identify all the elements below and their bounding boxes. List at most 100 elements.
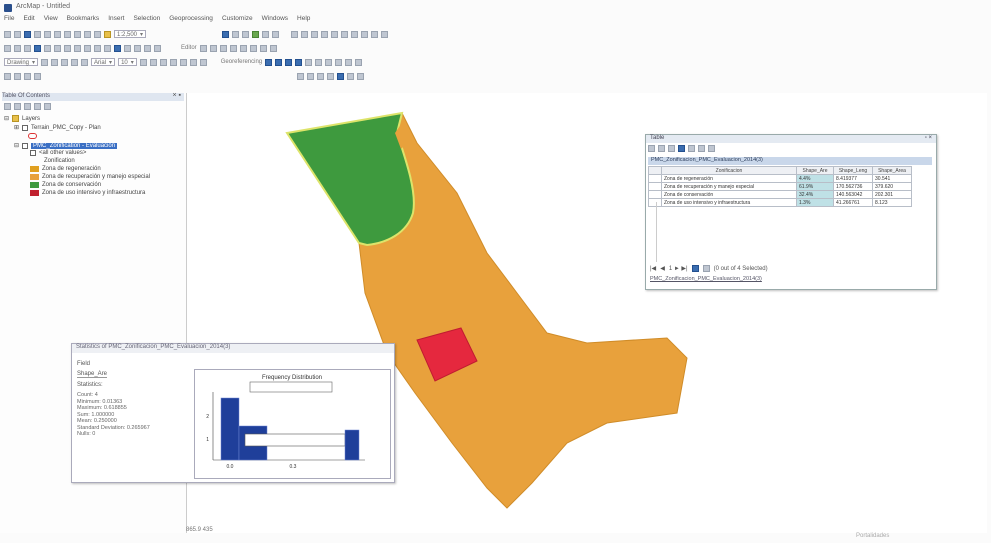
menu-selection[interactable]: Selection	[133, 15, 160, 25]
toc-layer[interactable]: ⊞ Terrain_PMC_Copy - Plan	[14, 124, 101, 131]
menu-edit[interactable]: Edit	[23, 15, 34, 25]
column-header[interactable]: Shape_Area	[872, 166, 912, 175]
edit-tool-icon[interactable]	[209, 44, 217, 52]
row-selector[interactable]	[648, 182, 662, 191]
tool-icon[interactable]	[355, 58, 363, 66]
menu-view[interactable]: View	[44, 15, 58, 25]
clear-selection-icon[interactable]	[688, 145, 695, 152]
table-options-icon[interactable]	[648, 145, 655, 152]
zoom-out-icon[interactable]	[14, 44, 21, 52]
legend-item[interactable]: Zona de recuperación y manejo especial	[30, 174, 150, 180]
marker-color-icon[interactable]	[199, 58, 207, 66]
georeferencing-label[interactable]: Georeferencing	[221, 59, 262, 65]
tool-icon[interactable]	[317, 72, 324, 80]
tool-icon[interactable]	[381, 30, 389, 38]
column-header[interactable]: Shape_Leng	[833, 166, 873, 175]
redo-icon[interactable]	[94, 30, 101, 38]
georef-tool-icon[interactable]	[285, 58, 293, 66]
table-cell[interactable]: Zona de conservación	[661, 190, 797, 199]
map-scale-select[interactable]: 1:2,500	[114, 30, 147, 38]
italic-icon[interactable]	[149, 58, 157, 66]
list-by-selection-icon[interactable]	[34, 103, 41, 110]
close-icon[interactable]: × ▪	[172, 92, 181, 99]
html-popup-icon[interactable]	[154, 44, 161, 52]
table-row[interactable]: Zona de uso intensivo y infraestructura …	[648, 198, 912, 207]
table-cell[interactable]: 32.4%	[796, 190, 834, 199]
layer-visibility-checkbox[interactable]	[22, 142, 29, 149]
tool-icon[interactable]	[307, 72, 314, 80]
identify-icon[interactable]	[114, 44, 121, 52]
table-cell[interactable]: 61.9%	[796, 182, 834, 191]
tool-icon[interactable]	[4, 72, 11, 80]
rotate-icon[interactable]	[51, 58, 59, 66]
related-tables-icon[interactable]	[658, 145, 665, 152]
font-name-select[interactable]: Arial	[91, 58, 116, 66]
clear-selection-icon[interactable]	[94, 44, 101, 52]
list-by-source-icon[interactable]	[14, 103, 21, 110]
fill-color-icon[interactable]	[179, 58, 187, 66]
table-cell[interactable]: 140.563042	[833, 190, 873, 199]
open-icon[interactable]	[14, 30, 21, 38]
legend-item[interactable]: Zona de conservación	[30, 182, 101, 188]
copy-icon[interactable]	[54, 30, 61, 38]
layers-root[interactable]: ⊟ Layers	[4, 115, 40, 122]
add-data-icon[interactable]	[104, 30, 111, 38]
python-icon[interactable]	[262, 30, 270, 38]
menu-windows[interactable]: Windows	[262, 15, 288, 25]
layer-visibility-checkbox[interactable]	[22, 124, 29, 131]
table-cell[interactable]: 8.123	[872, 198, 912, 207]
tool-icon[interactable]	[361, 30, 369, 38]
edit-tool-icon[interactable]	[239, 44, 247, 52]
list-by-visibility-icon[interactable]	[24, 103, 31, 110]
fixed-zoom-in-icon[interactable]	[44, 44, 51, 52]
table-row[interactable]: Zona de conservación 32.4% 140.563042 20…	[648, 190, 912, 199]
legend-item[interactable]: Zona de regeneración	[30, 166, 101, 172]
hyperlink-icon[interactable]	[144, 44, 151, 52]
text-icon[interactable]	[71, 58, 79, 66]
table-cell[interactable]: Zona de uso intensivo y infraestructura	[661, 198, 797, 207]
menu-geoprocessing[interactable]: Geoprocessing	[169, 15, 213, 25]
column-header[interactable]: Zonificacion	[661, 166, 797, 175]
field-select[interactable]: Shape_Are	[77, 371, 108, 378]
table-row[interactable]: Zona de regeneración 4.4% 8.419377 30.54…	[648, 174, 912, 183]
menu-file[interactable]: File	[4, 15, 14, 25]
legend-item[interactable]: Zona de uso intensivo y infraestructura	[30, 190, 145, 196]
menu-insert[interactable]: Insert	[108, 15, 124, 25]
font-size-select[interactable]: 10	[118, 58, 137, 66]
edit-tool-icon[interactable]	[229, 44, 237, 52]
table-cell[interactable]: 379.620	[872, 182, 912, 191]
bold-icon[interactable]	[139, 58, 147, 66]
table-layer-tab[interactable]: PMC_Zonificacion_PMC_Evaluacion_2014(3)	[648, 157, 932, 165]
tool-icon[interactable]	[341, 30, 349, 38]
undo-icon[interactable]	[84, 30, 91, 38]
line-color-icon[interactable]	[189, 58, 197, 66]
column-header[interactable]: Shape_Are	[796, 166, 834, 175]
editor-label[interactable]: Editor	[181, 45, 197, 51]
pan-icon[interactable]	[24, 44, 31, 52]
select-features-icon[interactable]	[84, 44, 91, 52]
select-elements-icon[interactable]	[104, 44, 111, 52]
tool-icon[interactable]	[371, 30, 379, 38]
table-cell[interactable]: 4.4%	[796, 174, 834, 183]
tool-icon[interactable]	[337, 72, 344, 80]
record-navigator[interactable]: 1 ► ▶|	[669, 265, 688, 272]
save-icon[interactable]	[24, 30, 31, 38]
full-extent-icon[interactable]	[34, 44, 41, 52]
georef-tool-icon[interactable]	[265, 58, 273, 66]
row-selector[interactable]	[648, 190, 662, 199]
paste-icon[interactable]	[64, 30, 71, 38]
table-cell[interactable]: 170.562736	[833, 182, 873, 191]
tool-icon[interactable]	[347, 72, 354, 80]
table-cell[interactable]: 202.301	[872, 190, 912, 199]
menu-customize[interactable]: Customize	[222, 15, 253, 25]
previous-record-icon[interactable]: ◀	[660, 265, 665, 272]
find-icon[interactable]	[124, 44, 131, 52]
show-all-records-icon[interactable]	[691, 265, 699, 272]
font-color-icon[interactable]	[169, 58, 177, 66]
edit-tool-icon[interactable]	[259, 44, 267, 52]
delete-icon[interactable]	[74, 30, 81, 38]
edit-tool-icon[interactable]	[199, 44, 207, 52]
forward-icon[interactable]	[74, 44, 81, 52]
table-cell[interactable]: 8.419377	[833, 174, 873, 183]
delete-selected-icon[interactable]	[708, 145, 715, 152]
